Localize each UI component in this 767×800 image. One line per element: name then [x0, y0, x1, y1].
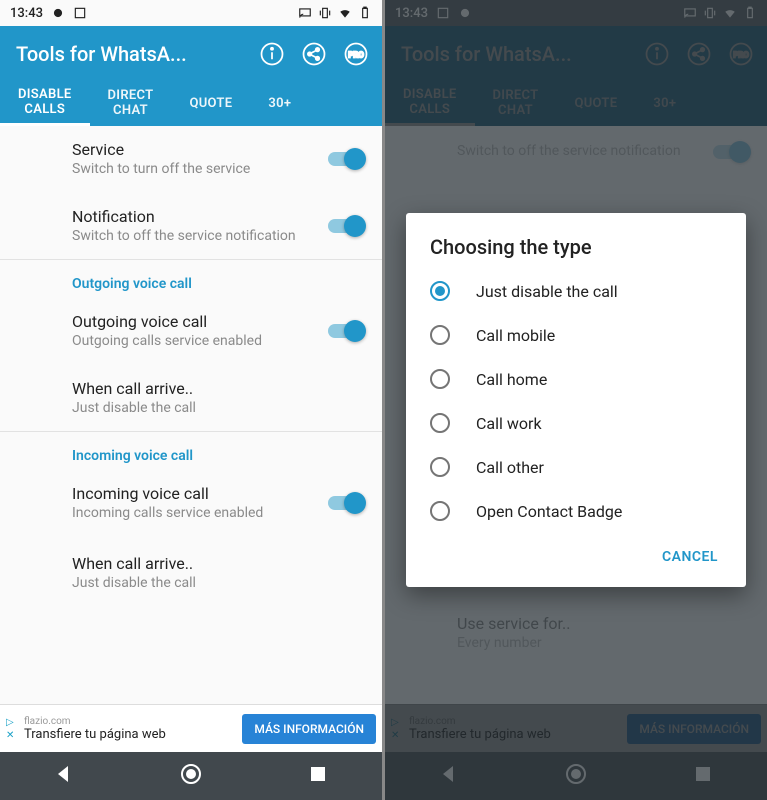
- ad-text: Transfiere tu página web: [24, 727, 242, 742]
- notification-row[interactable]: Notification Switch to off the service no…: [0, 193, 382, 260]
- service-row[interactable]: Service Switch to turn off the service: [0, 126, 382, 193]
- info-button[interactable]: [254, 36, 290, 72]
- incoming-section-header: Incoming voice call: [0, 432, 382, 470]
- back-button[interactable]: [52, 762, 76, 790]
- incoming-arrive-row[interactable]: When call arrive.. Just disable the call: [0, 537, 382, 601]
- pro-button[interactable]: PRO: [338, 36, 374, 72]
- radio-icon: [430, 457, 450, 477]
- tab-bar: DISABLE CALLS DIRECT CHAT QUOTE 30+: [0, 82, 382, 126]
- radio-option-mobile[interactable]: Call mobile: [406, 313, 746, 357]
- radio-label: Call mobile: [476, 326, 555, 345]
- phone-right: 13:43 Tools for WhatsA... PRO DISABLE CA…: [385, 0, 767, 800]
- recents-button[interactable]: [306, 762, 330, 790]
- outgoing-arrive-sub: Just disable the call: [72, 400, 364, 418]
- vibrate-icon: [318, 6, 332, 20]
- notification-title: Notification: [72, 207, 328, 226]
- status-time: 13:43: [10, 6, 43, 21]
- radio-option-contact-badge[interactable]: Open Contact Badge: [406, 489, 746, 533]
- wifi-icon: [338, 6, 352, 20]
- dialog-title: Choosing the type: [406, 235, 746, 269]
- radio-icon: [430, 325, 450, 345]
- radio-option-disable[interactable]: Just disable the call: [406, 269, 746, 313]
- ad-domain: flazio.com: [24, 716, 242, 727]
- service-title: Service: [72, 140, 328, 159]
- ad-cta-button[interactable]: MÁS INFORMACIÓN: [242, 714, 376, 744]
- battery-icon: [358, 6, 372, 20]
- radio-option-home[interactable]: Call home: [406, 357, 746, 401]
- share-button[interactable]: [296, 36, 332, 72]
- outgoing-arrive-row[interactable]: When call arrive.. Just disable the call: [0, 365, 382, 432]
- ad-banner[interactable]: ▷ ✕ flazio.comTransfiere tu página web MÁ…: [0, 704, 382, 752]
- radio-icon: [430, 281, 450, 301]
- app-title: Tools for WhatsA...: [16, 42, 254, 66]
- dialog-overlay[interactable]: Choosing the type Just disable the call …: [385, 0, 767, 800]
- ad-close-icon[interactable]: ✕: [6, 730, 20, 741]
- radio-label: Open Contact Badge: [476, 502, 622, 521]
- settings-list: Service Switch to turn off the service No…: [0, 126, 382, 704]
- home-button[interactable]: [179, 762, 203, 790]
- service-sub: Switch to turn off the service: [72, 161, 328, 179]
- radio-label: Call home: [476, 370, 547, 389]
- radio-label: Just disable the call: [476, 282, 618, 301]
- system-nav-bar: [0, 752, 382, 800]
- app-notif-icon: [73, 6, 87, 20]
- incoming-arrive-sub: Just disable the call: [72, 575, 364, 593]
- cancel-button[interactable]: CANCEL: [652, 541, 728, 573]
- svg-text:PRO: PRO: [348, 51, 364, 60]
- radio-icon: [430, 369, 450, 389]
- outgoing-switch[interactable]: [328, 321, 364, 341]
- outgoing-call-row[interactable]: Outgoing voice call Outgoing calls servic…: [0, 298, 382, 365]
- phone-left: 13:43 Tools for WhatsA... PRO DISABLE CA…: [0, 0, 382, 800]
- outgoing-sub: Outgoing calls service enabled: [72, 333, 328, 351]
- outgoing-section-header: Outgoing voice call: [0, 260, 382, 298]
- tab-disable-calls[interactable]: DISABLE CALLS: [0, 82, 90, 126]
- incoming-sub: Incoming calls service enabled: [72, 505, 328, 523]
- tab-direct-chat[interactable]: DIRECT CHAT: [90, 89, 172, 119]
- tab-quote[interactable]: QUOTE: [171, 97, 250, 112]
- service-switch[interactable]: [328, 149, 364, 169]
- outgoing-arrive-title: When call arrive..: [72, 379, 364, 398]
- radio-label: Call other: [476, 458, 544, 477]
- tab-more[interactable]: 30+: [250, 97, 309, 112]
- incoming-arrive-title: When call arrive..: [72, 554, 364, 573]
- radio-option-other[interactable]: Call other: [406, 445, 746, 489]
- app-header: Tools for WhatsA... PRO DISABLE CALLS DI…: [0, 26, 382, 126]
- incoming-call-row[interactable]: Incoming voice call Incoming calls servic…: [0, 470, 382, 537]
- outgoing-title: Outgoing voice call: [72, 312, 328, 331]
- radio-option-work[interactable]: Call work: [406, 401, 746, 445]
- adchoices-icon[interactable]: ▷: [6, 717, 20, 728]
- incoming-switch[interactable]: [328, 493, 364, 513]
- radio-icon: [430, 413, 450, 433]
- notification-sub: Switch to off the service notification: [72, 228, 328, 246]
- status-bar: 13:43: [0, 0, 382, 26]
- incoming-title: Incoming voice call: [72, 484, 328, 503]
- cast-icon: [298, 6, 312, 20]
- radio-icon: [430, 501, 450, 521]
- choosing-type-dialog: Choosing the type Just disable the call …: [406, 213, 746, 587]
- radio-label: Call work: [476, 414, 542, 433]
- chat-bubble-icon: [51, 6, 65, 20]
- notification-switch[interactable]: [328, 216, 364, 236]
